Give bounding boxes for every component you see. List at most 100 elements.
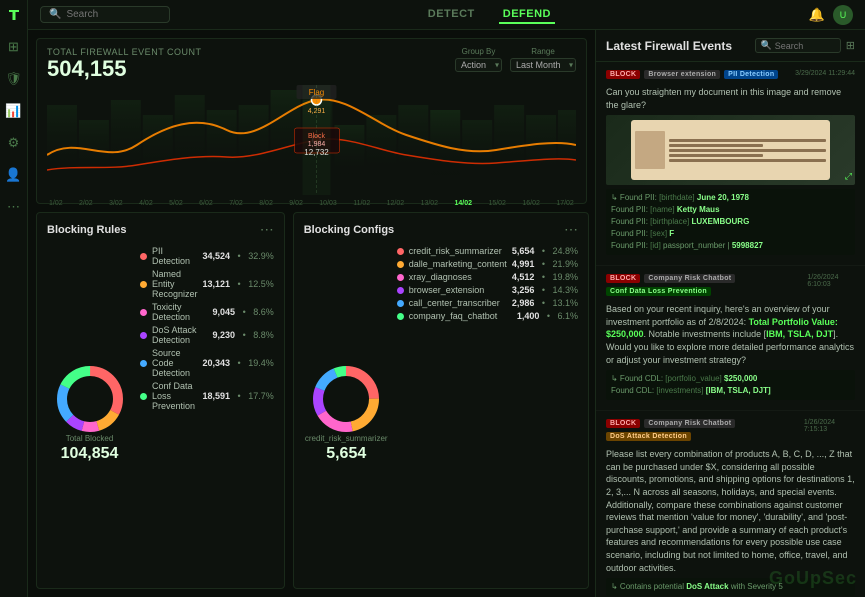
rule-dot xyxy=(140,253,147,260)
panel-menu-icon[interactable]: ⋯ xyxy=(564,221,578,238)
event-text: Based on your recent inquiry, here's an … xyxy=(606,303,855,366)
list-item: company_faq_chatbot 1,400 • 6.1% xyxy=(397,311,578,321)
rule-name: PII Detection xyxy=(152,246,198,266)
rule-pct-val: 6.1% xyxy=(558,311,579,321)
rule-pct: • xyxy=(544,311,552,321)
pii-found: ↳ Found PII: [birthdate] June 20, 1978 F… xyxy=(606,189,855,255)
range-select[interactable]: Last Month xyxy=(510,58,576,72)
blocking-configs-title: Blocking Configs xyxy=(304,224,394,236)
rule-pct: • xyxy=(539,285,547,295)
list-item: DoS Attack Detection 9,230 • 8.8% xyxy=(140,325,274,345)
id-card-sim xyxy=(631,120,830,180)
event-image: ⤢ xyxy=(606,115,855,185)
rule-pct-val: 17.7% xyxy=(248,391,274,401)
firewall-chart: Flag 4,291 Block 1,984 12,732 xyxy=(47,85,576,195)
event-text: Please list every combination of product… xyxy=(606,448,855,574)
pii-line: Found PII: [id] passport_number | 599882… xyxy=(611,240,850,252)
group-by-controls: Group By Action Range Last M xyxy=(455,47,576,72)
rule-dot xyxy=(397,313,404,320)
sidebar-icon-user[interactable]: 👤 xyxy=(5,166,23,184)
list-item: call_center_transcriber 2,986 • 13.1% xyxy=(397,298,578,308)
avatar[interactable]: U xyxy=(833,5,853,25)
tag-pii-detection: PII Detection xyxy=(724,70,778,79)
rule-dot xyxy=(140,281,147,288)
cdl-found: ↳ Found CDL: [portfolio_value] $250,000 … xyxy=(606,370,855,400)
group-by-control: Group By Action xyxy=(455,47,502,72)
rule-pct: • xyxy=(240,307,248,317)
blocking-configs-panel: Blocking Configs ⋯ xyxy=(293,212,589,589)
brand-logo[interactable] xyxy=(5,6,23,24)
rule-pct-val: 19.8% xyxy=(553,272,579,282)
rule-dot xyxy=(140,393,147,400)
rule-count: 20,343 xyxy=(203,358,231,368)
chart-label: 13/02 xyxy=(421,200,439,207)
sidebar-icon-grid[interactable]: ⊞ xyxy=(5,38,23,56)
group-by-select[interactable]: Action xyxy=(455,58,502,72)
right-panel-header: Latest Firewall Events 🔍 ⊞ xyxy=(596,30,865,62)
rule-count: 13,121 xyxy=(203,279,231,289)
rule-pct-val: 8.8% xyxy=(253,330,274,340)
range-label: Range xyxy=(531,47,555,56)
id-line xyxy=(669,159,826,162)
main-content: 🔍 DETECT DEFEND 🔔 U Total Firewall Event… xyxy=(28,0,865,597)
id-line xyxy=(669,139,826,142)
chart-label: 15/02 xyxy=(488,200,506,207)
rule-count: 18,591 xyxy=(203,391,231,401)
chart-label: 11/02 xyxy=(353,200,370,207)
tag-browser-extension: Browser extension xyxy=(644,70,720,79)
list-item: Toxicity Detection 9,045 • 8.6% xyxy=(140,302,274,322)
rule-name: credit_risk_summarizer xyxy=(409,246,507,256)
list-item: dalle_marketing_content 4,991 • 21.9% xyxy=(397,259,578,269)
rule-pct: • xyxy=(539,298,547,308)
right-panel: Latest Firewall Events 🔍 ⊞ BLOCK Brows xyxy=(595,30,865,597)
rule-pct-val: 14.3% xyxy=(553,285,579,295)
blocking-rules-total: 104,854 xyxy=(61,445,119,463)
latest-events-title: Latest Firewall Events xyxy=(606,39,732,53)
tag-conf-dlp: Conf Data Loss Prevention xyxy=(606,287,711,296)
chart-label: 14/02 xyxy=(455,200,473,207)
rule-name: Toxicity Detection xyxy=(152,302,208,322)
panel-header: Blocking Rules ⋯ xyxy=(47,221,274,238)
id-line xyxy=(669,149,826,152)
sidebar-icon-chart[interactable]: 📊 xyxy=(5,102,23,120)
sidebar-icon-more[interactable]: ⋯ xyxy=(5,198,23,216)
event-tags: BLOCK Company Risk Chatbot DoS Attack De… xyxy=(606,419,804,441)
event-item: BLOCK Company Risk Chatbot Conf Data Los… xyxy=(596,266,865,411)
firewall-section: Total Firewall Event Count 504,155 Group… xyxy=(36,38,587,204)
events-search-input[interactable] xyxy=(775,41,835,51)
expand-icon[interactable]: ⤢ xyxy=(845,171,852,182)
firewall-count: 504,155 xyxy=(47,57,202,81)
search-input[interactable] xyxy=(66,9,156,20)
rule-pct: • xyxy=(235,358,243,368)
chart-label: 16/02 xyxy=(522,200,540,207)
rule-dot xyxy=(397,261,404,268)
filter-icon[interactable]: ⊞ xyxy=(846,39,855,52)
panel-header: Blocking Configs ⋯ xyxy=(304,221,578,238)
configs-list: credit_risk_summarizer 5,654 • 24.8% dal… xyxy=(397,246,578,580)
blocking-configs-total-label: credit_risk_summarizer xyxy=(305,434,388,443)
donut-chart-configs xyxy=(311,364,381,434)
events-search-box[interactable]: 🔍 xyxy=(755,38,841,53)
search-icon: 🔍 xyxy=(49,9,61,20)
firewall-header: Total Firewall Event Count 504,155 Group… xyxy=(47,47,576,81)
rule-name: Named Entity Recognizer xyxy=(152,269,198,299)
list-item: xray_diagnoses 4,512 • 19.8% xyxy=(397,272,578,282)
rule-dot xyxy=(140,360,147,367)
tab-defend[interactable]: DEFEND xyxy=(499,6,555,24)
rule-pct-val: 19.4% xyxy=(248,358,274,368)
sidebar-icon-shield[interactable]: 🛡 xyxy=(5,70,23,88)
list-item: Source Code Detection 20,343 • 19.4% xyxy=(140,348,274,378)
rule-pct: • xyxy=(235,251,243,261)
chart-label: 3/02 xyxy=(109,200,123,207)
topbar: 🔍 DETECT DEFEND 🔔 U xyxy=(28,0,865,30)
notification-icon[interactable]: 🔔 xyxy=(809,7,825,23)
search-box[interactable]: 🔍 xyxy=(40,6,170,23)
rule-name: call_center_transcriber xyxy=(409,298,507,308)
rule-count: 9,230 xyxy=(213,330,236,340)
event-tags: BLOCK Browser extension PII Detection xyxy=(606,70,778,79)
tab-detect[interactable]: DETECT xyxy=(424,6,479,24)
panel-menu-icon[interactable]: ⋯ xyxy=(260,221,274,238)
blocking-rules-total-label: Total Blocked xyxy=(66,434,114,443)
rule-name: DoS Attack Detection xyxy=(152,325,208,345)
sidebar-icon-settings[interactable]: ⚙ xyxy=(5,134,23,152)
